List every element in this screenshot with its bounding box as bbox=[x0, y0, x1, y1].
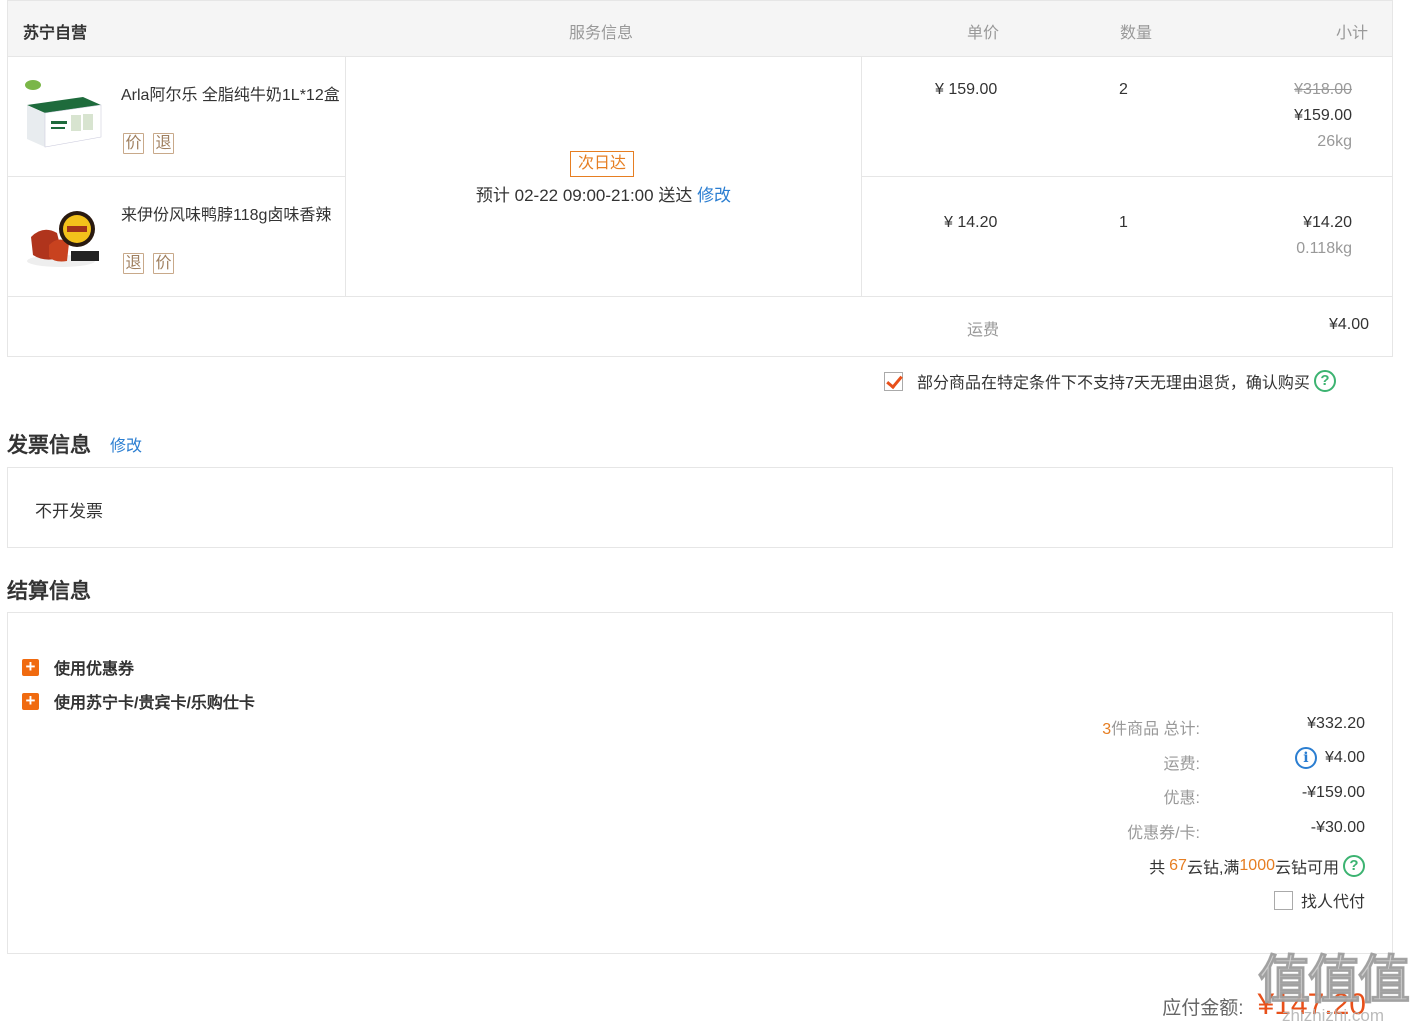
order-table: 苏宁自营 服务信息 单价 数量 小计 Arla阿尔乐 全脂纯牛奶1L*12盒 价… bbox=[7, 0, 1393, 357]
shipping-label: 运费 bbox=[967, 322, 1000, 339]
return-tag: 退 bbox=[123, 253, 144, 274]
payable-label: 应付金额: bbox=[1162, 998, 1244, 1019]
shipping-value: ¥4.00 bbox=[1328, 316, 1369, 333]
quantity: 2 bbox=[1119, 81, 1128, 98]
invoice-title: 发票信息 bbox=[7, 434, 91, 457]
return-tag: 退 bbox=[153, 133, 174, 154]
watermark: 值值值 zhizhizhi.com bbox=[1257, 952, 1410, 1025]
confirm-checkbox[interactable] bbox=[884, 371, 903, 391]
total-label: 3件商品 总计: bbox=[1102, 721, 1200, 738]
item-count: 3 bbox=[1102, 721, 1112, 738]
delivery-eta: 预计 02-22 09:00-21:00 送达 修改 bbox=[346, 181, 861, 206]
weight: 26kg bbox=[1317, 133, 1352, 150]
unit-price: ¥ 159.00 bbox=[935, 81, 998, 98]
product-image-duck-neck[interactable] bbox=[23, 197, 103, 277]
help-icon[interactable]: ? bbox=[1343, 855, 1365, 877]
weight: 0.118kg bbox=[1296, 240, 1352, 257]
divider bbox=[861, 57, 862, 297]
proxy-pay-label: 找人代付 bbox=[1300, 894, 1365, 911]
invoice-modify-link[interactable]: 修改 bbox=[110, 432, 142, 456]
cloud-diamond-info: 共 67 云钻,满 1000 云钻可用 ? bbox=[1149, 854, 1365, 878]
quantity: 1 bbox=[1119, 214, 1128, 231]
watermark-logo: 值值值 bbox=[1257, 952, 1410, 1010]
confirm-purchase: 部分商品在特定条件下不支持7天无理由退货，确认购买 ? bbox=[884, 368, 1336, 394]
plus-icon: + bbox=[22, 658, 39, 676]
discount-label: 优惠: bbox=[1163, 790, 1200, 807]
subtotal: ¥14.20 bbox=[1303, 214, 1352, 231]
use-coupon-toggle[interactable]: + 使用优惠券 bbox=[22, 655, 134, 679]
product-image-milk[interactable] bbox=[23, 75, 103, 155]
col-subtotal: 小计 bbox=[1336, 25, 1369, 42]
product-name[interactable]: 来伊份风味鸭脖118g卤味香辣 bbox=[121, 201, 346, 225]
info-icon[interactable]: i bbox=[1294, 747, 1317, 769]
proxy-pay-checkbox[interactable] bbox=[1273, 890, 1293, 910]
table-header: 苏宁自营 服务信息 单价 数量 小计 bbox=[8, 1, 1392, 57]
col-qty: 数量 bbox=[1120, 25, 1153, 42]
discount-value: -¥159.00 bbox=[1301, 784, 1365, 801]
use-card-toggle[interactable]: + 使用苏宁卡/贵宾卡/乐购仕卡 bbox=[22, 689, 255, 713]
help-icon[interactable]: ? bbox=[1313, 370, 1336, 392]
coupon-card-value: -¥30.00 bbox=[1310, 819, 1365, 836]
proxy-pay[interactable]: 找人代付 bbox=[1273, 888, 1365, 912]
use-card-label: 使用苏宁卡/贵宾卡/乐购仕卡 bbox=[54, 695, 255, 712]
divider bbox=[8, 176, 345, 177]
invoice-box: 不开发票 bbox=[7, 467, 1393, 548]
col-service: 服务信息 bbox=[569, 25, 634, 42]
divider bbox=[861, 176, 1392, 177]
confirm-text: 部分商品在特定条件下不支持7天无理由退货，确认购买 bbox=[917, 375, 1310, 392]
settlement-title: 结算信息 bbox=[7, 580, 91, 603]
price-protect-tag: 价 bbox=[123, 133, 144, 154]
settlement-box: + 使用优惠券 + 使用苏宁卡/贵宾卡/乐购仕卡 3件商品 总计: ¥332.2… bbox=[7, 612, 1393, 954]
next-day-badge: 次日达 bbox=[570, 151, 635, 177]
plus-icon: + bbox=[22, 692, 39, 710]
original-subtotal: ¥318.00 bbox=[1294, 81, 1352, 98]
subtotal: ¥159.00 bbox=[1294, 107, 1352, 124]
price-protect-tag: 价 bbox=[153, 253, 174, 274]
use-coupon-label: 使用优惠券 bbox=[54, 661, 135, 678]
ship-label: 运费: bbox=[1163, 756, 1200, 773]
invoice-value: 不开发票 bbox=[35, 502, 103, 521]
unit-price: ¥ 14.20 bbox=[944, 214, 998, 231]
total-value: ¥332.20 bbox=[1307, 715, 1365, 732]
store-name: 苏宁自营 bbox=[23, 25, 88, 42]
eta-text: 预计 02-22 09:00-21:00 送达 bbox=[475, 186, 693, 205]
modify-delivery-link[interactable]: 修改 bbox=[697, 186, 731, 205]
ship-value: i ¥4.00 bbox=[1294, 747, 1365, 769]
product-name[interactable]: Arla阿尔乐 全脂纯牛奶1L*12盒 bbox=[121, 81, 346, 105]
service-info: 次日达 预计 02-22 09:00-21:00 送达 修改 bbox=[346, 57, 861, 297]
col-price: 单价 bbox=[967, 25, 1000, 42]
coupon-card-label: 优惠券/卡: bbox=[1127, 825, 1200, 842]
